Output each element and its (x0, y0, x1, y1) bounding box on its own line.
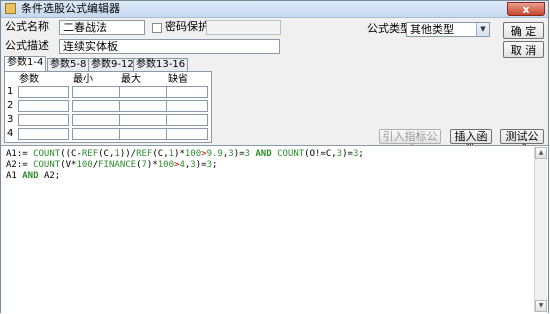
formula-code-text[interactable]: A1:= COUNT((C-REF(C,1))/REF(C,1)*100>9.9… (6, 149, 364, 182)
formula-name-label: 公式名称 (5, 20, 49, 33)
param-1-min-field[interactable] (72, 86, 123, 98)
insert-function-button[interactable]: 插入函数 (450, 129, 492, 156)
param-row-2: 2 (7, 100, 14, 111)
param-2-min-field[interactable] (72, 100, 123, 112)
tab-params-13-16[interactable]: 参数13-16 (133, 58, 189, 71)
param-header-name: 参数 (19, 74, 39, 85)
param-3-max-field[interactable] (119, 114, 170, 126)
password-input[interactable] (206, 20, 281, 35)
editor-scrollbar[interactable]: ▲ ▼ (534, 147, 547, 312)
app-icon (5, 3, 16, 14)
param-row-1: 1 (7, 86, 14, 97)
formula-code-editor[interactable]: A1:= COUNT((C-REF(C,1))/REF(C,1)*100>9.9… (1, 145, 548, 313)
tab-params-9-12[interactable]: 参数9-12 (88, 58, 137, 71)
param-4-max-field[interactable] (119, 128, 170, 140)
window-title: 条件选股公式编辑器 (21, 2, 120, 15)
formula-type-label: 公式类型 (367, 22, 411, 35)
import-indicator-button[interactable]: 引入指标公式 (379, 129, 441, 156)
formula-type-select[interactable]: 其他类型 ▼ (406, 22, 490, 37)
param-1-name-field[interactable] (18, 86, 69, 98)
code-line[interactable]: A2:= COUNT(V*100/FINANCE(7)*100>4,3)=3; (6, 160, 364, 171)
code-line[interactable]: A1 AND A2; (6, 171, 364, 182)
param-header-max: 最大 (121, 74, 141, 85)
param-3-default-field[interactable] (166, 114, 208, 126)
param-2-name-field[interactable] (18, 100, 69, 112)
scroll-up-arrow-icon[interactable]: ▲ (535, 147, 547, 159)
tab-params-5-8[interactable]: 参数5-8 (47, 58, 90, 71)
param-header-min: 最小 (73, 74, 93, 85)
param-3-min-field[interactable] (72, 114, 123, 126)
password-protect-checkbox[interactable] (152, 23, 162, 33)
formula-editor-window: 条件选股公式编辑器 x 公式名称 二春战法 密码保护 公式类型 其他类型 ▼ 确… (0, 0, 549, 313)
formula-desc-input[interactable]: 连续实体板 (59, 39, 280, 54)
formula-desc-label: 公式描述 (5, 39, 49, 52)
test-formula-button[interactable]: 测试公式 (500, 129, 544, 156)
param-1-default-field[interactable] (166, 86, 208, 98)
cancel-button[interactable]: 取 消 (503, 41, 544, 58)
param-header-default: 缺省 (168, 74, 188, 85)
formula-name-input[interactable]: 二春战法 (59, 20, 145, 35)
param-4-default-field[interactable] (166, 128, 208, 140)
ok-button[interactable]: 确 定 (503, 22, 544, 39)
close-button[interactable]: x (507, 2, 545, 16)
params-panel: 参数 最小 最大 缺省 1 2 3 4 (4, 71, 212, 143)
param-4-name-field[interactable] (18, 128, 69, 140)
tab-params-1-4[interactable]: 参数1-4 (4, 56, 47, 72)
formula-type-value: 其他类型 (410, 23, 454, 36)
param-2-max-field[interactable] (119, 100, 170, 112)
param-3-name-field[interactable] (18, 114, 69, 126)
param-row-3: 3 (7, 114, 14, 125)
param-row-4: 4 (7, 128, 14, 139)
title-bar[interactable]: 条件选股公式编辑器 x (1, 1, 548, 18)
param-1-max-field[interactable] (119, 86, 170, 98)
param-2-default-field[interactable] (166, 100, 208, 112)
password-protect-label: 密码保护 (165, 20, 209, 33)
scroll-down-arrow-icon[interactable]: ▼ (535, 300, 547, 312)
param-4-min-field[interactable] (72, 128, 123, 140)
code-line[interactable]: A1:= COUNT((C-REF(C,1))/REF(C,1)*100>9.9… (6, 149, 364, 160)
chevron-down-icon[interactable]: ▼ (476, 23, 489, 36)
